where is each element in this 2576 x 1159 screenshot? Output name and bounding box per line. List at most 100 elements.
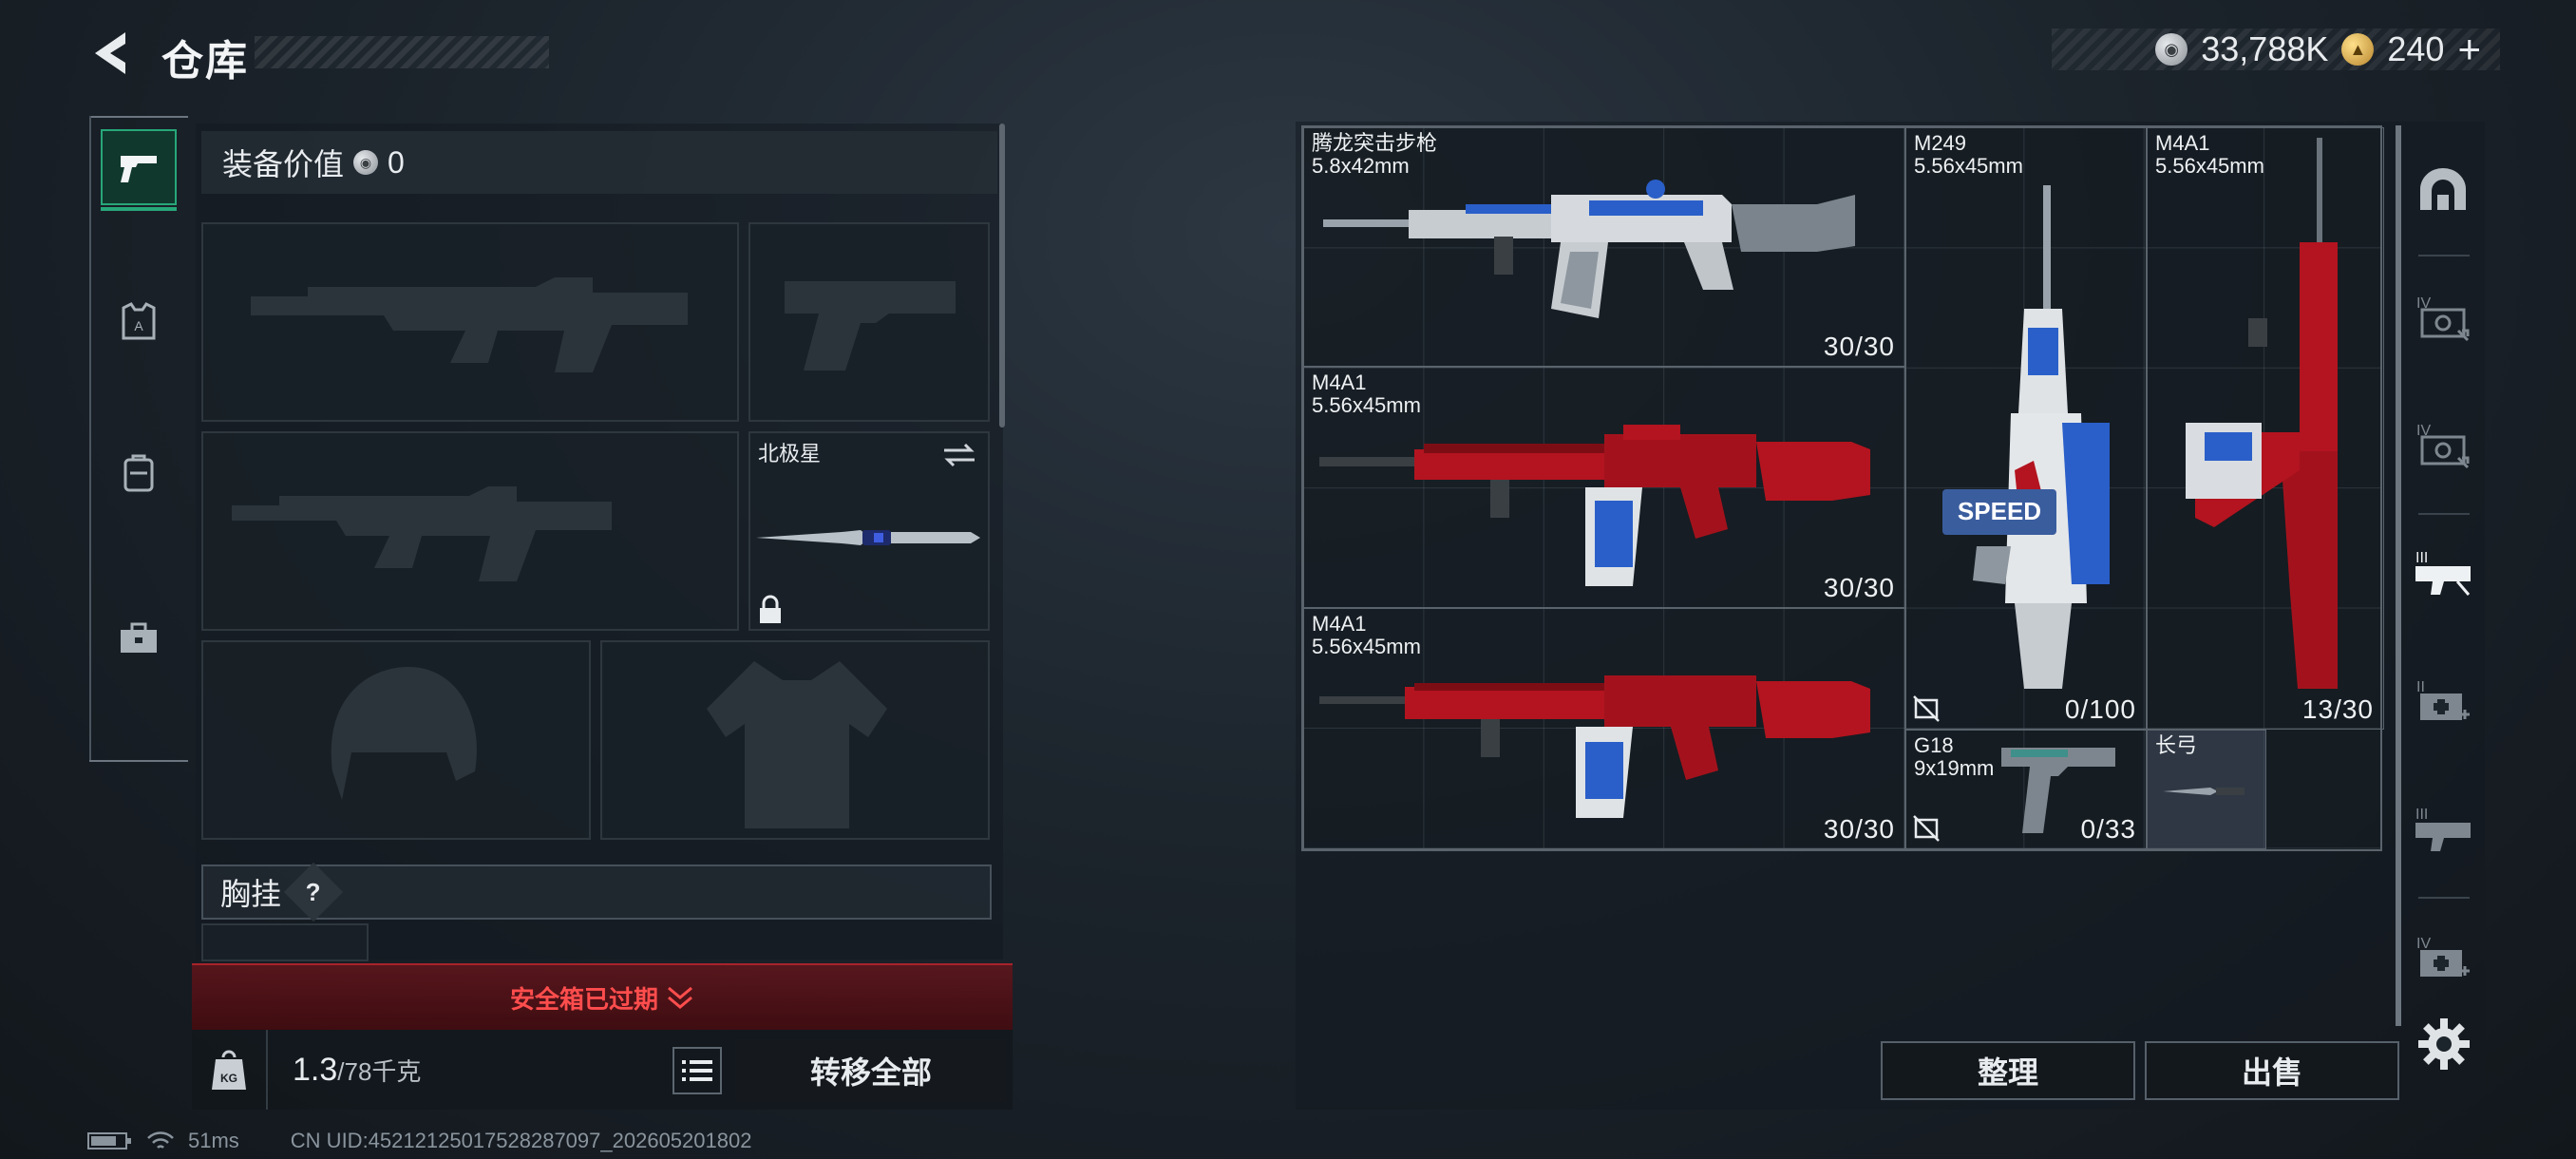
helmet-silhouette-icon <box>331 667 477 800</box>
svg-text:IV: IV <box>2416 936 2431 952</box>
sort-button[interactable]: 整理 <box>1881 1041 2135 1100</box>
stash-item-longbow[interactable]: 长弓 <box>2147 730 2266 849</box>
title-decoration <box>255 36 549 68</box>
category-divider <box>2418 897 2470 899</box>
backpack-icon <box>123 454 154 492</box>
equipment-value: 0 <box>388 144 405 180</box>
back-arrow-icon <box>95 32 125 74</box>
chest-rig-row[interactable]: 胸挂 ? <box>201 862 992 922</box>
tab-stash-weapon-case[interactable]: III <box>2407 536 2479 608</box>
knife-icon <box>756 530 980 545</box>
medical-case-icon: IV <box>2416 936 2470 977</box>
category-divider <box>2418 255 2470 256</box>
help-mark: ? <box>306 877 321 906</box>
swap-arrows-icon[interactable] <box>940 441 978 469</box>
tab-stash-weapon-case-iii[interactable]: III <box>2407 792 2479 864</box>
container-level-4-icon: IV <box>2416 423 2470 469</box>
no-ammo-icon <box>1913 695 1940 722</box>
stash-item-m249[interactable]: M249 5.56x45mm SPEED 0/100 <box>1905 127 2147 730</box>
add-currency-button[interactable]: + <box>2457 27 2481 72</box>
tab-stash-medical-case[interactable]: II <box>2407 665 2479 737</box>
toolbox-icon <box>121 622 157 653</box>
tab-stash-container-iv-2[interactable]: IV <box>2407 408 2479 481</box>
tab-stash-medical-case-iv[interactable]: IV <box>2407 922 2479 994</box>
stash-item-g18[interactable]: G18 9x19mm 0/33 <box>1905 730 2147 849</box>
silver-currency-value: 33,788K <box>2201 29 2329 68</box>
stash-item-m4a1-row2[interactable]: M4A1 5.56x45mm 30/30 <box>1303 367 1905 608</box>
armor-vest-icon: A <box>122 302 156 340</box>
lock-icon <box>760 595 781 623</box>
svg-text:III: III <box>2415 807 2428 823</box>
equipment-scrollbar[interactable] <box>999 124 1005 428</box>
sell-button[interactable]: 出售 <box>2145 1041 2399 1100</box>
assault-rifle-icon <box>2186 138 2338 689</box>
body-armor-slot[interactable] <box>600 640 990 840</box>
item-ammo: 0/100 <box>2064 694 2136 724</box>
category-divider <box>2418 513 2470 515</box>
double-chevron-down-icon <box>668 986 692 1009</box>
svg-text:A: A <box>134 318 143 333</box>
safebox-expired-text: 安全箱已过期 <box>509 984 658 1014</box>
svg-text:III: III <box>2415 550 2428 566</box>
body-armor-silhouette-icon <box>707 661 887 828</box>
item-ammo: 30/30 <box>1823 573 1895 602</box>
gold-currency-value: 240 <box>2387 29 2445 68</box>
stash-item-m4a1-vertical[interactable]: M4A1 5.56x45mm 13/30 <box>2147 127 2384 730</box>
tab-weapons[interactable] <box>101 129 177 211</box>
silver-coin-icon: ◉ <box>2155 33 2188 66</box>
stash-item-tenglong-rifle[interactable]: 腾龙突击步枪 5.8x42mm 30/30 <box>1303 127 1905 367</box>
settings-button[interactable] <box>2416 1016 2472 1072</box>
transfer-all-button[interactable]: 转移全部 <box>735 1039 1007 1102</box>
gold-coin-icon: ▲ <box>2341 33 2375 66</box>
helmet-slot[interactable] <box>201 640 591 840</box>
weapon-case-icon: III <box>2415 807 2471 851</box>
stash-grid: 腾龙突击步枪 5.8x42mm 30/30 M249 5.56x45mm SPE… <box>1301 125 2384 851</box>
back-button[interactable] <box>87 27 133 80</box>
equipment-value-header: 装备价值 ◉ 0 <box>201 131 997 194</box>
medical-case-icon: II <box>2416 679 2470 720</box>
item-caliber: 9x19mm <box>1914 756 1995 780</box>
gear-icon <box>2418 1018 2470 1070</box>
assault-rifle-icon <box>1319 425 1870 586</box>
uid-text: CN UID:45212125017528287097_202605201802 <box>290 1129 752 1152</box>
carry-weight: 1.3/78千克 <box>293 1052 421 1089</box>
status-line: 51ms CN UID:45212125017528287097_2026052… <box>87 1129 751 1153</box>
sidearm-slot[interactable] <box>748 222 990 422</box>
list-icon <box>682 1060 712 1081</box>
ping-value: 51ms <box>188 1129 239 1152</box>
melee-weapon-slot[interactable]: 北极星 <box>748 431 990 631</box>
knife-icon <box>2163 788 2245 795</box>
no-ammo-icon <box>1913 815 1940 842</box>
tab-stash-container-iv[interactable]: IV <box>2407 281 2479 353</box>
speed-decal: SPEED <box>1958 497 2041 525</box>
currency-bar: ◉ 33,788K ▲ 240 + <box>2052 27 2500 72</box>
rifle-silhouette-icon <box>232 486 612 581</box>
carry-weight-max: /78千克 <box>337 1056 422 1086</box>
list-view-button[interactable] <box>672 1047 722 1094</box>
primary-weapon-slot-2[interactable] <box>201 431 739 631</box>
item-ammo: 0/33 <box>2080 814 2136 844</box>
item-caliber: 5.56x45mm <box>1914 154 2023 178</box>
safebox-expired-banner[interactable]: 安全箱已过期 <box>192 963 1013 1030</box>
tab-armor[interactable]: A <box>101 283 177 359</box>
chest-rig-slot[interactable] <box>201 923 369 961</box>
battery-icon <box>87 1132 131 1150</box>
carry-weight-current: 1.3 <box>293 1051 338 1088</box>
tab-backpack[interactable] <box>101 435 177 511</box>
item-ammo: 30/30 <box>1823 332 1895 361</box>
item-name: 长弓 <box>2155 733 2198 757</box>
silver-coin-icon: ◉ <box>353 150 379 175</box>
chest-rig-label: 胸挂 <box>220 877 282 911</box>
melee-weapon-name: 北极星 <box>758 442 822 466</box>
item-name: M4A1 <box>1312 612 1367 636</box>
pistol-icon <box>121 156 157 182</box>
stash-scrollbar[interactable] <box>2396 125 2401 1026</box>
help-icon[interactable]: ? <box>283 862 344 922</box>
tab-toolbox[interactable] <box>101 600 177 676</box>
tab-stash-all[interactable] <box>2407 154 2479 226</box>
weapon-case-icon: III <box>2415 550 2471 596</box>
page-title: 仓库 <box>161 38 249 85</box>
primary-weapon-slot-1[interactable] <box>201 222 739 422</box>
item-ammo: 30/30 <box>1823 814 1895 844</box>
stash-item-m4a1-row3[interactable]: M4A1 5.56x45mm 30/30 <box>1303 608 1905 849</box>
